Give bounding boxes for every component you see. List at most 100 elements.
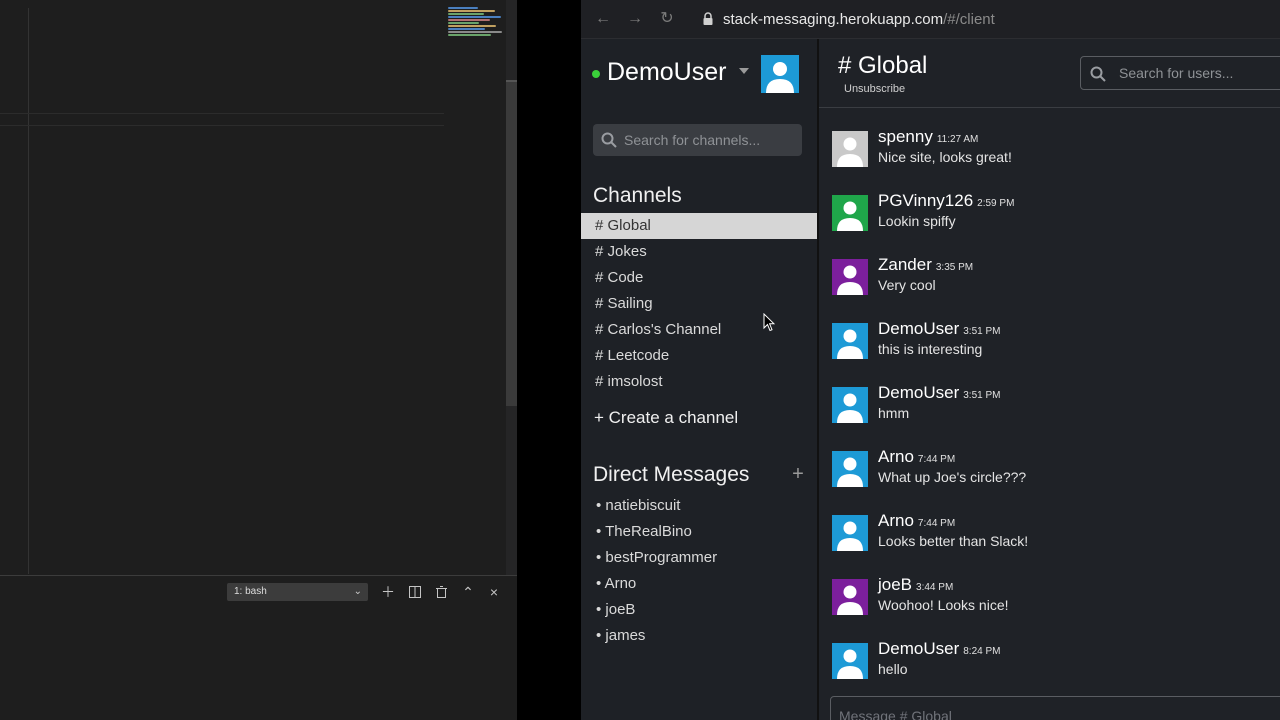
- minimap-line: [448, 34, 491, 36]
- avatar[interactable]: [832, 451, 868, 487]
- author-name: DemoUser: [878, 639, 960, 658]
- message-text: this is interesting: [878, 341, 983, 357]
- maximize-panel-chevron-up-icon[interactable]: ⌃: [459, 582, 477, 602]
- message-author[interactable]: DemoUser 3:51 PM: [878, 319, 1001, 339]
- search-icon: [1090, 66, 1106, 82]
- message-timestamp: 2:59 PM: [977, 198, 1015, 209]
- message-author[interactable]: DemoUser 8:24 PM: [878, 639, 1001, 659]
- author-name: Arno: [878, 447, 914, 466]
- message-author[interactable]: spenny 11:27 AM: [878, 127, 978, 147]
- message-item: spenny 11:27 AM Nice site, looks great!: [819, 125, 1280, 189]
- message-author[interactable]: PGVinny126 2:59 PM: [878, 191, 1014, 211]
- channel-search-input[interactable]: [624, 124, 794, 156]
- message-text: Nice site, looks great!: [878, 149, 1012, 165]
- channel-title: # Global: [838, 52, 928, 79]
- add-direct-message-plus-icon[interactable]: +: [789, 464, 807, 484]
- editor-gutter-divider: [28, 8, 29, 574]
- avatar[interactable]: [832, 515, 868, 551]
- scrollbar-marker: [506, 80, 517, 82]
- terminal-panel: 1: bash ⌄ ＋ ⌃ ×: [0, 575, 517, 720]
- minimap-line: [448, 31, 502, 33]
- direct-message-item[interactable]: • joeB: [581, 597, 817, 623]
- message-text: What up Joe's circle???: [878, 469, 1027, 485]
- code-editor: 1: bash ⌄ ＋ ⌃ ×: [0, 0, 517, 720]
- message-input[interactable]: [830, 696, 1280, 720]
- current-username[interactable]: DemoUser: [607, 58, 726, 87]
- channel-item[interactable]: # Code: [581, 265, 817, 291]
- message-author[interactable]: Arno 7:44 PM: [878, 511, 955, 531]
- message-author[interactable]: joeB 3:44 PM: [878, 575, 953, 595]
- user-avatar[interactable]: [761, 55, 799, 93]
- message-text: Woohoo! Looks nice!: [878, 597, 1009, 613]
- author-name: Arno: [878, 511, 914, 530]
- message-text: Lookin spiffy: [878, 213, 956, 229]
- search-icon: [601, 132, 617, 148]
- editor-divider: [0, 113, 444, 114]
- editor-divider: [0, 125, 444, 126]
- channel-item[interactable]: # Sailing: [581, 291, 817, 317]
- message-item: Zander 3:35 PM Very cool: [819, 253, 1280, 317]
- message-timestamp: 7:44 PM: [917, 518, 956, 529]
- message-item: Arno 7:44 PM Looks better than Slack!: [819, 509, 1280, 573]
- create-channel-button[interactable]: + Create a channel: [594, 408, 738, 428]
- avatar[interactable]: [832, 643, 868, 679]
- message-timestamp: 7:44 PM: [917, 454, 956, 465]
- trash-icon[interactable]: [432, 582, 450, 602]
- channel-item[interactable]: # Leetcode: [581, 343, 817, 369]
- channel-list: # Global # Jokes # Code # Sailing # Carlos's…: [581, 213, 817, 395]
- message-timestamp: 3:44 PM: [916, 582, 954, 593]
- minimap-line: [448, 16, 501, 18]
- message-author[interactable]: Arno 7:44 PM: [878, 447, 955, 467]
- terminal-select[interactable]: 1: bash ⌄: [227, 583, 368, 601]
- avatar[interactable]: [832, 579, 868, 615]
- author-name: spenny: [878, 127, 933, 146]
- user-search-input[interactable]: [1119, 57, 1279, 89]
- split-terminal-icon[interactable]: [406, 582, 424, 602]
- message-text: Very cool: [878, 277, 936, 293]
- editor-scrollbar[interactable]: [506, 0, 517, 575]
- chevron-down-icon: ⌄: [353, 586, 362, 597]
- minimap-line: [448, 28, 485, 30]
- message-item: Arno 7:44 PM What up Joe's circle???: [819, 445, 1280, 509]
- new-terminal-plus-icon[interactable]: ＋: [379, 582, 397, 602]
- editor-minimap[interactable]: [448, 6, 506, 42]
- direct-message-item[interactable]: • bestProgrammer: [581, 545, 817, 571]
- author-name: joeB: [878, 575, 913, 594]
- minimap-line: [448, 19, 490, 21]
- message-author[interactable]: DemoUser 3:51 PM: [878, 383, 1001, 403]
- author-name: DemoUser: [878, 319, 960, 338]
- message-item: DemoUser 3:51 PM this is interesting: [819, 317, 1280, 381]
- avatar[interactable]: [832, 387, 868, 423]
- direct-message-item[interactable]: • Arno: [581, 571, 817, 597]
- message-timestamp: 8:24 PM: [963, 646, 1001, 657]
- channel-search-box[interactable]: [593, 124, 802, 156]
- editor-scrollbar-thumb[interactable]: [506, 80, 517, 406]
- author-name: Zander: [878, 255, 932, 274]
- avatar[interactable]: [832, 259, 868, 295]
- message-text: hello: [878, 661, 908, 677]
- message-author[interactable]: Zander 3:35 PM: [878, 255, 973, 275]
- channel-item[interactable]: # Carlos's Channel: [581, 317, 817, 343]
- message-item: PGVinny126 2:59 PM Lookin spiffy: [819, 189, 1280, 253]
- channel-item[interactable]: # imsolost: [581, 369, 817, 395]
- channels-heading: Channels: [593, 184, 682, 207]
- message-item: DemoUser 3:51 PM hmm: [819, 381, 1280, 445]
- unsubscribe-link[interactable]: Unsubscribe: [844, 83, 905, 95]
- caret-down-icon[interactable]: [739, 68, 749, 74]
- message-timestamp: 3:51 PM: [963, 390, 1001, 401]
- channel-item[interactable]: # Global: [581, 213, 817, 239]
- minimap-line: [448, 10, 495, 12]
- message-text: hmm: [878, 405, 910, 421]
- avatar[interactable]: [832, 195, 868, 231]
- direct-message-item[interactable]: • james: [581, 623, 817, 649]
- user-search-box[interactable]: [1080, 56, 1280, 90]
- channel-item[interactable]: # Jokes: [581, 239, 817, 265]
- terminal-select-value: 1: bash: [234, 586, 267, 597]
- direct-message-item[interactable]: • natiebiscuit: [581, 493, 817, 519]
- avatar[interactable]: [832, 131, 868, 167]
- avatar[interactable]: [832, 323, 868, 359]
- close-icon[interactable]: ×: [485, 582, 503, 602]
- author-name: DemoUser: [878, 383, 960, 402]
- message-list: spenny 11:27 AM Nice site, looks great! PGV…: [819, 125, 1280, 701]
- direct-message-item[interactable]: • TheRealBino: [581, 519, 817, 545]
